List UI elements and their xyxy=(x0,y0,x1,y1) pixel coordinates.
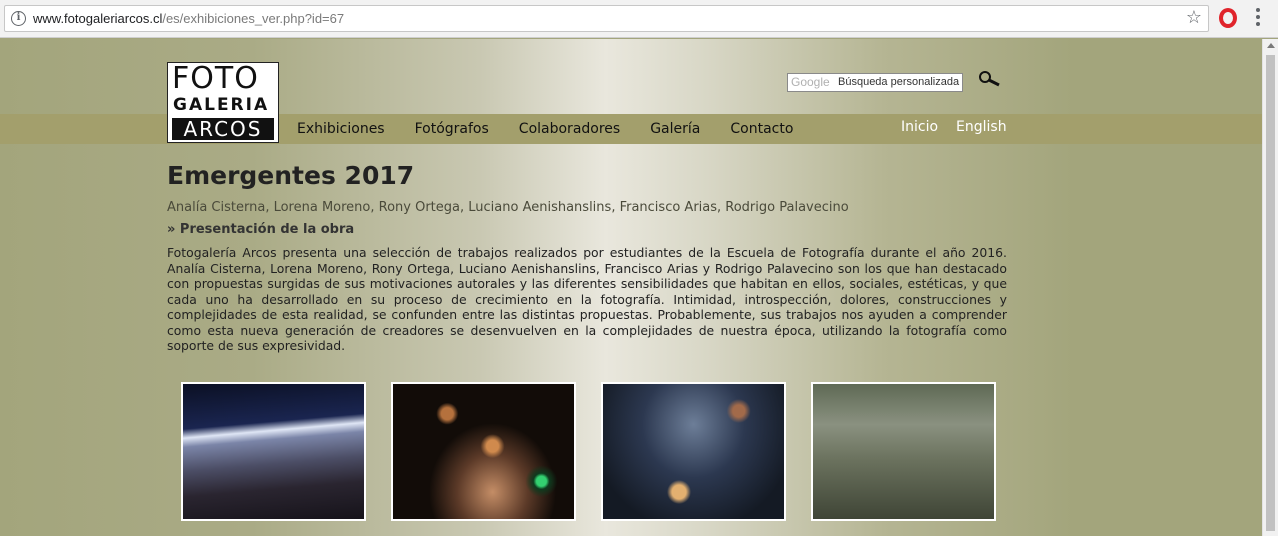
nav-right: Inicio English xyxy=(901,119,1025,135)
nav-contacto[interactable]: Contacto xyxy=(730,121,793,137)
photo-thumbnail[interactable] xyxy=(181,382,366,521)
nav-fotografos[interactable]: Fotógrafos xyxy=(415,121,489,137)
scroll-thumb[interactable] xyxy=(1266,55,1275,531)
browser-toolbar: i www.fotogaleriarcos.cl/es/exhibiciones… xyxy=(0,0,1278,38)
search-placeholder: Búsqueda personalizada xyxy=(838,76,960,88)
photo-thumbnail[interactable] xyxy=(811,382,996,521)
photo-thumbnail[interactable] xyxy=(391,382,576,521)
site-logo[interactable]: FOTO GALERIA ARCOS xyxy=(167,62,279,143)
nav-english[interactable]: English xyxy=(956,119,1007,135)
section-heading: » Presentación de la obra xyxy=(167,222,355,237)
search-icon[interactable] xyxy=(977,70,1001,88)
address-bar[interactable]: i www.fotogaleriarcos.cl/es/exhibiciones… xyxy=(4,5,1209,32)
nav-inicio[interactable]: Inicio xyxy=(901,119,938,135)
page-viewport: FOTO GALERIA ARCOS Google Búsqueda perso… xyxy=(0,39,1262,536)
url-domain: www.fotogaleriarcos.cl xyxy=(33,11,163,26)
exhibition-description: Fotogalería Arcos presenta una selección… xyxy=(167,245,1007,353)
main-nav: Exhibiciones Fotógrafos Colaboradores Ga… xyxy=(297,121,823,137)
info-icon[interactable]: i xyxy=(11,11,26,26)
photo-thumbnail[interactable] xyxy=(601,382,786,521)
author-link[interactable]: Luciano Aenishanslins xyxy=(468,200,611,215)
bookmark-star-icon[interactable]: ☆ xyxy=(1186,7,1202,28)
author-link[interactable]: Francisco Arias xyxy=(620,200,717,215)
logo-line-foto: FOTO xyxy=(172,61,259,96)
author-link[interactable]: Analía Cisterna xyxy=(167,200,265,215)
vertical-scrollbar[interactable] xyxy=(1262,39,1278,536)
url-text[interactable]: www.fotogaleriarcos.cl/es/exhibiciones_v… xyxy=(33,11,344,26)
author-link[interactable]: Rony Ortega xyxy=(379,200,460,215)
url-path: /es/exhibiciones_ver.php?id=67 xyxy=(162,11,345,26)
nav-exhibiciones[interactable]: Exhibiciones xyxy=(297,121,385,137)
author-link[interactable]: Lorena Moreno xyxy=(274,200,371,215)
author-link[interactable]: Rodrigo Palavecino xyxy=(725,200,848,215)
nav-colaboradores[interactable]: Colaboradores xyxy=(519,121,620,137)
logo-line-galeria: GALERIA xyxy=(173,95,270,115)
author-list: Analía Cisterna, Lorena Moreno, Rony Ort… xyxy=(167,200,849,215)
logo-line-arcos: ARCOS xyxy=(172,118,274,140)
browser-menu-icon[interactable] xyxy=(1255,8,1261,28)
page-title: Emergentes 2017 xyxy=(167,161,415,190)
scroll-up-arrow-icon[interactable] xyxy=(1267,43,1275,48)
search-input[interactable]: Google Búsqueda personalizada xyxy=(787,73,963,92)
nav-galeria[interactable]: Galería xyxy=(650,121,700,137)
google-brand: Google xyxy=(791,75,830,89)
opera-icon[interactable] xyxy=(1219,8,1237,28)
